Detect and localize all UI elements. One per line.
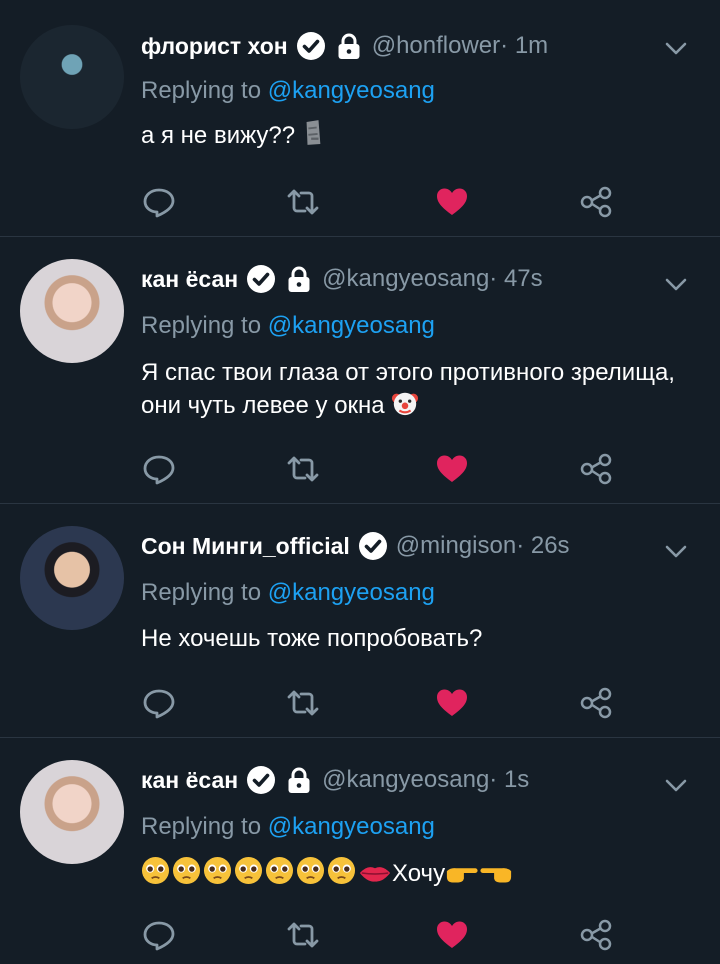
chevron-down-icon[interactable] [662,34,690,62]
mention-link[interactable]: @kangyeosang [268,77,435,104]
share-icon[interactable] [578,917,614,953]
lock-icon [284,264,314,294]
moai-emoji [306,120,321,145]
heart-icon[interactable] [434,451,470,487]
tweet-header: кан ёсан @kangyeosang · 47s [141,259,543,299]
tweet-text: Не хочешь тоже попробовать? [141,625,483,652]
tweet-text: а я не вижу?? [141,119,681,152]
verified-badge-icon [296,31,326,61]
pleading-face-emoji [234,856,263,885]
heart-icon[interactable] [434,184,470,220]
display-name[interactable]: Сон Минги_official [141,533,350,560]
timestamp[interactable]: · 47s [489,265,542,293]
tweet-actions [141,451,641,491]
pleading-face-emoji [203,856,232,885]
tweet-actions [141,184,641,224]
chevron-down-icon[interactable] [662,270,690,298]
point-right-emoji [446,868,478,883]
pleading-face-emoji [172,856,201,885]
tweet-text-word: Хочу [392,860,446,887]
display-name[interactable]: кан ёсан [141,266,238,293]
tweet[interactable]: кан ёсан @kangyeosang · 47s Replying to … [0,237,720,504]
mention-link[interactable]: @kangyeosang [268,312,435,339]
display-name[interactable]: флорист хон [141,33,288,60]
pleading-face-emoji [141,856,170,885]
tweet[interactable]: Сон Минги_official @mingison · 26s Reply… [0,504,720,738]
replying-to: Replying to @kangyeosang [141,77,435,104]
share-icon[interactable] [578,685,614,721]
avatar[interactable] [20,259,124,363]
timestamp[interactable]: · 26s [516,532,569,560]
tweet[interactable]: кан ёсан @kangyeosang · 1s Replying to @… [0,738,720,964]
tweet-header: кан ёсан @kangyeosang · 1s [141,760,529,800]
reply-icon[interactable] [141,184,177,220]
heart-icon[interactable] [434,917,470,953]
pleading-face-emoji [265,856,294,885]
avatar[interactable] [20,526,124,630]
verified-badge-icon [246,264,276,294]
username[interactable]: @honflower [372,32,500,60]
reply-icon[interactable] [141,451,177,487]
tweet-text: Я спас твои глаза от этого противного зр… [141,359,675,419]
replying-to: Replying to @kangyeosang [141,813,435,840]
pleading-face-emoji [296,856,325,885]
chevron-down-icon[interactable] [662,771,690,799]
replying-to: Replying to @kangyeosang [141,312,435,339]
heart-icon[interactable] [434,685,470,721]
tweet-header: флорист хон @honflower · 1m [141,26,548,66]
replying-to: Replying to @kangyeosang [141,579,435,606]
retweet-icon[interactable] [285,917,321,953]
tweet-actions [141,685,641,725]
lock-icon [284,765,314,795]
point-left-emoji [480,868,512,883]
pleading-face-emoji [327,856,356,885]
mention-link[interactable]: @kangyeosang [268,813,435,840]
avatar[interactable] [20,25,124,129]
username[interactable]: @mingison [396,532,516,560]
display-name[interactable]: кан ёсан [141,767,238,794]
lock-icon [334,31,364,61]
share-icon[interactable] [578,451,614,487]
lips-emoji [359,867,391,882]
timestamp[interactable]: · 1s [489,766,529,794]
retweet-icon[interactable] [285,184,321,220]
retweet-icon[interactable] [285,451,321,487]
username[interactable]: @kangyeosang [322,265,489,293]
retweet-icon[interactable] [285,685,321,721]
verified-badge-icon [246,765,276,795]
clown-emoji [392,392,419,416]
timestamp[interactable]: · 1m [500,32,548,60]
tweet-header: Сон Минги_official @mingison · 26s [141,526,570,566]
avatar[interactable] [20,760,124,864]
tweet-text: Хочу [141,856,681,890]
tweet-actions [141,917,641,957]
tweet[interactable]: флорист хон @honflower · 1m Replying to … [0,0,720,237]
username[interactable]: @kangyeosang [322,766,489,794]
reply-icon[interactable] [141,917,177,953]
share-icon[interactable] [578,184,614,220]
mention-link[interactable]: @kangyeosang [268,579,435,606]
verified-badge-icon [358,531,388,561]
chevron-down-icon[interactable] [662,537,690,565]
reply-icon[interactable] [141,685,177,721]
